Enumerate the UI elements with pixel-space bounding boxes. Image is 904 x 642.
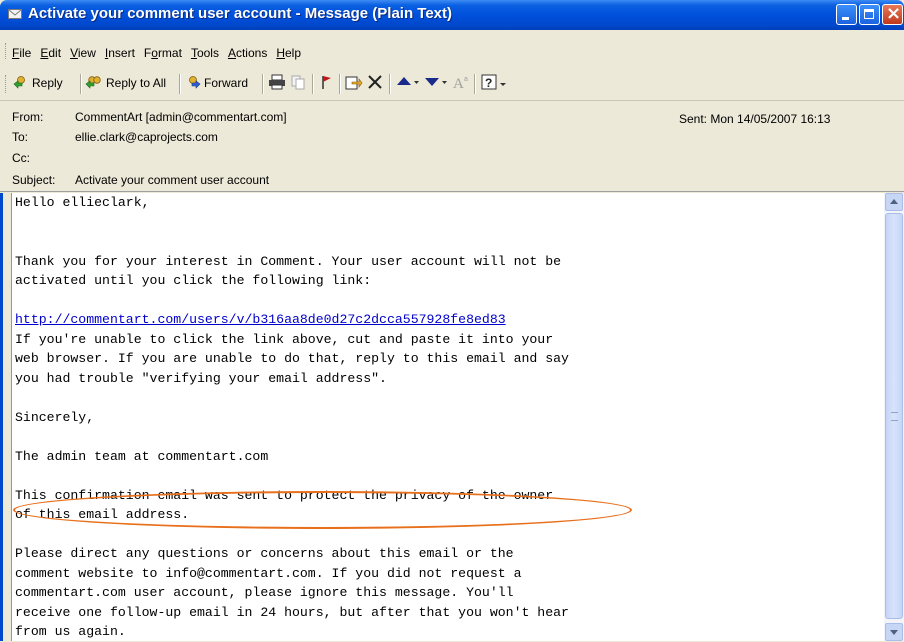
delete-icon — [367, 74, 383, 93]
body-signoff: Sincerely, — [15, 409, 95, 425]
help-icon: ? — [481, 74, 509, 93]
body-para2-line1: If you're unable to click the link above… — [15, 331, 554, 347]
toolbar-separator — [474, 74, 476, 94]
previous-item-button[interactable] — [396, 72, 420, 94]
menu-format[interactable]: Format — [144, 46, 182, 60]
close-icon: × — [886, 3, 902, 24]
activation-link[interactable]: http://commentart.com/users/v/b316aa8de0… — [15, 312, 506, 327]
reply-all-icon — [85, 75, 103, 92]
to-row: To: ellie.clark@caprojects.com — [12, 130, 218, 148]
menu-tools[interactable]: Tools — [191, 46, 219, 60]
menu-file[interactable]: File — [12, 46, 31, 60]
toolbar: Reply Reply to All Forward Aa ? — [0, 66, 904, 101]
font-size-icon: Aa — [452, 74, 470, 93]
menu-insert[interactable]: Insert — [105, 46, 135, 60]
vertical-scrollbar[interactable] — [884, 193, 904, 641]
next-item-button[interactable] — [424, 72, 448, 94]
body-greeting: Hello ellieclark, — [15, 195, 150, 210]
svg-text:a: a — [464, 76, 468, 83]
scroll-up-button[interactable] — [885, 193, 903, 211]
sent-value: Mon 14/05/2007 16:13 — [710, 112, 831, 126]
body-para4-line2: comment website to info@commentart.com. … — [15, 565, 522, 581]
maximize-button[interactable] — [859, 4, 880, 25]
title-bar[interactable]: Activate your comment user account - Mes… — [0, 0, 904, 30]
forward-icon — [185, 75, 201, 92]
body-para2-line3: you had trouble "verifying your email ad… — [15, 370, 387, 386]
from-row: From: CommentArt [admin@commentart.com] — [12, 110, 287, 128]
envelope-icon — [8, 9, 22, 19]
reply-button[interactable]: Reply — [13, 72, 63, 94]
printer-icon — [268, 74, 286, 93]
to-value[interactable]: ellie.clark@caprojects.com — [75, 130, 218, 144]
subject-value: Activate your comment user account — [75, 173, 270, 187]
close-button[interactable]: × — [882, 3, 903, 25]
sent-label: Sent: — [679, 112, 708, 126]
body-para3-line2: of this email address. — [15, 507, 190, 522]
sent-row: Sent: Mon 14/05/2007 16:13 — [679, 112, 830, 126]
scroll-down-button[interactable] — [885, 623, 903, 641]
svg-text:?: ? — [485, 76, 492, 90]
body-para4-line3: commentart.com user account, please igno… — [15, 585, 514, 600]
forward-button[interactable]: Forward — [185, 72, 248, 94]
flag-icon — [319, 74, 333, 93]
toolbar-separator — [312, 74, 314, 94]
window-title: Activate your comment user account - Mes… — [28, 5, 453, 22]
message-header: From: CommentArt [admin@commentart.com] S… — [0, 101, 904, 193]
delete-button[interactable] — [367, 72, 383, 94]
copy-icon — [290, 74, 306, 93]
subject-label: Subject: — [12, 173, 56, 187]
menu-bar: File Edit View Insert Format Tools Actio… — [0, 30, 904, 66]
body-para4-line1: Please direct any questions or concerns … — [15, 546, 514, 561]
body-team: The admin team at commentart.com — [15, 448, 269, 464]
reply-icon — [13, 75, 29, 92]
menu-grip[interactable] — [5, 43, 9, 59]
to-label: To: — [12, 130, 29, 144]
up-arrow-icon — [396, 74, 420, 93]
help-button[interactable]: ? — [481, 72, 509, 94]
move-to-folder-icon — [345, 74, 363, 93]
body-para2-line2: web browser. If you are unable to do tha… — [15, 351, 569, 366]
body-para4-line4: receive one follow-up email in 24 hours,… — [15, 604, 569, 620]
toolbar-separator — [179, 74, 181, 94]
menu-actions[interactable]: Actions — [228, 46, 267, 60]
toolbar-grip[interactable] — [5, 75, 9, 93]
body-para3-line1: This confirmation email was sent to prot… — [15, 487, 554, 503]
body-para1-line1: Thank you for your interest in Comment. … — [15, 253, 562, 269]
flag-button[interactable] — [319, 72, 333, 94]
from-value[interactable]: CommentArt [admin@commentart.com] — [75, 110, 287, 124]
move-to-folder-button[interactable] — [345, 72, 363, 94]
down-arrow-icon — [424, 74, 448, 93]
svg-text:A: A — [453, 76, 464, 90]
body-para1-line2: activated until you click the following … — [15, 273, 372, 288]
subject-row: Subject: Activate your comment user accou… — [12, 173, 269, 191]
from-label: From: — [12, 110, 44, 124]
toolbar-separator — [262, 74, 264, 94]
scroll-thumb[interactable] — [885, 213, 903, 619]
toolbar-separator — [389, 74, 391, 94]
cc-row: Cc: — [12, 151, 75, 169]
body-para4-line5: from us again. — [15, 624, 126, 639]
minimize-button[interactable] — [836, 4, 857, 25]
menu-edit[interactable]: Edit — [40, 46, 61, 60]
print-button[interactable] — [268, 72, 286, 94]
toolbar-separator — [339, 74, 341, 94]
copy-button[interactable] — [290, 72, 306, 94]
menu-view[interactable]: View — [70, 46, 96, 60]
reply-all-button[interactable]: Reply to All — [85, 72, 166, 94]
menu-help[interactable]: Help — [276, 46, 301, 60]
message-body[interactable]: Hello ellieclark, Thank you for your int… — [11, 193, 884, 641]
font-size-button[interactable]: Aa — [452, 72, 470, 94]
cc-label: Cc: — [12, 151, 30, 165]
toolbar-separator — [80, 74, 82, 94]
header-divider — [0, 191, 904, 192]
